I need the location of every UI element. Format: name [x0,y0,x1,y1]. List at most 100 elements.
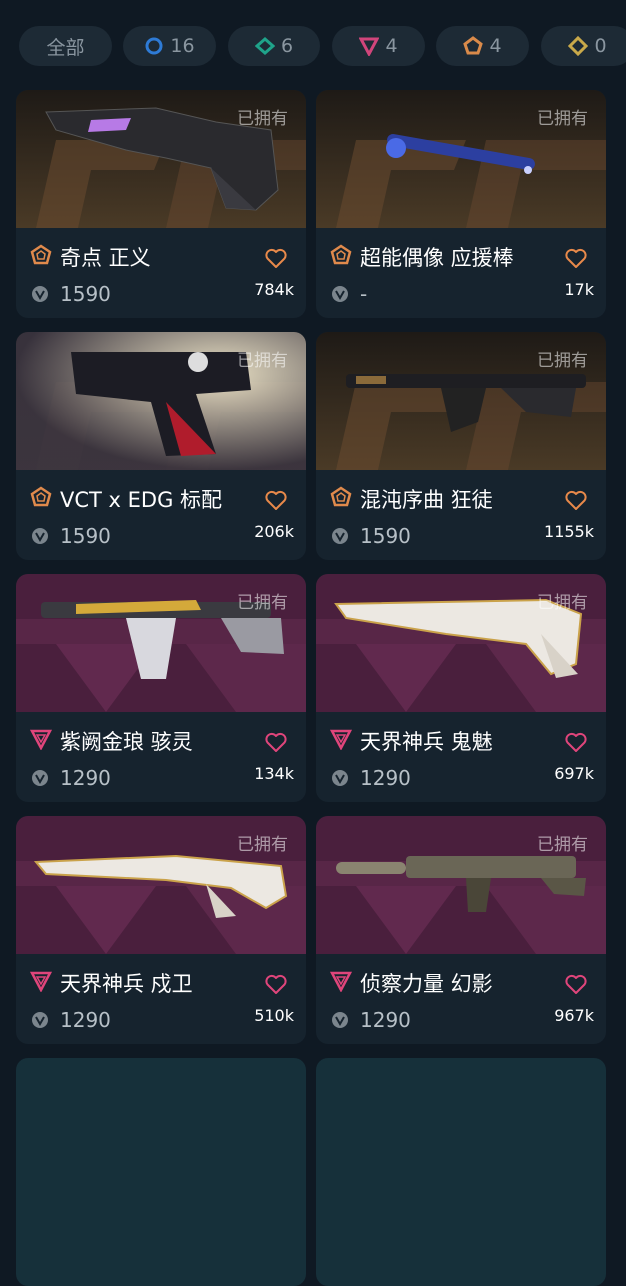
tier-filter-bar: 全部 16 6 4 4 0 [19,26,626,66]
filter-premium-tier[interactable]: 4 [332,26,425,66]
skin-name: VCT x EDG 标配 [60,488,223,512]
favorite-heart-icon[interactable] [264,488,288,512]
skin-price: - [360,282,368,306]
valorant-points-icon [332,286,348,302]
skin-info: 混沌序曲 狂徒 1590 1155k [316,470,606,560]
skin-price: 1290 [60,1008,111,1032]
skin-info: 奇点 正义 1590 784k [16,228,306,318]
skin-card[interactable]: 已拥有紫阙金琅 骇灵 1290 134k [16,574,306,802]
skin-card[interactable]: 已拥有天界神兵 戍卫 1290 510k [16,816,306,1044]
favorite-heart-icon[interactable] [564,246,588,270]
premium-tier-icon [330,729,352,750]
skin-card[interactable]: 已拥有奇点 正义 1590 784k [16,90,306,318]
valorant-points-icon [32,770,48,786]
skin-name: 天界神兵 鬼魅 [360,730,493,754]
skin-artwork: 已拥有 [316,816,606,954]
skin-name: 天界神兵 戍卫 [60,972,193,996]
ultra-tier-icon [330,486,352,507]
owned-label: 已拥有 [237,593,288,613]
owned-label: 已拥有 [537,109,588,129]
likes-count: 784k [254,280,294,299]
skin-card-partial[interactable] [316,1058,606,1286]
skin-card[interactable]: 已拥有侦察力量 幻影 1290 967k [316,816,606,1044]
valorant-points-icon [32,528,48,544]
skin-info: 天界神兵 鬼魅 1290 697k [316,712,606,802]
likes-count: 1155k [544,522,594,541]
favorite-heart-icon[interactable] [564,488,588,512]
premium-tier-icon [359,37,380,56]
filter-all[interactable]: 全部 [19,26,112,66]
valorant-points-icon [332,1012,348,1028]
ultra-tier-icon [30,486,52,507]
skin-info: VCT x EDG 标配 1590 206k [16,470,306,560]
premium-tier-icon [330,971,352,992]
skin-artwork: 已拥有 [316,574,606,712]
likes-count: 967k [554,1006,594,1025]
select-tier-icon [145,37,163,55]
favorite-heart-icon[interactable] [264,246,288,270]
skin-artwork: 已拥有 [16,816,306,954]
skin-artwork: 已拥有 [316,90,606,228]
skin-name: 侦察力量 幻影 [360,972,493,996]
skin-price: 1290 [60,766,111,790]
filter-deluxe-tier[interactable]: 6 [228,26,320,66]
favorite-heart-icon[interactable] [264,972,288,996]
filter-all-label: 全部 [46,36,85,59]
skin-price: 1590 [60,282,111,306]
skin-name: 超能偶像 应援棒 [360,246,514,270]
skin-artwork: 已拥有 [16,332,306,470]
likes-count: 206k [254,522,294,541]
deluxe-tier-icon [254,37,275,55]
skin-name: 紫阙金琅 骇灵 [60,730,193,754]
filter-ultra-tier[interactable]: 4 [436,26,529,66]
filter-deluxe-count: 6 [280,35,294,57]
favorite-heart-icon[interactable] [564,972,588,996]
likes-count: 697k [554,764,594,783]
skin-price: 1290 [360,766,411,790]
skin-info: 天界神兵 戍卫 1290 510k [16,954,306,1044]
valorant-points-icon [32,1012,48,1028]
skin-card[interactable]: 已拥有超能偶像 应援棒 - 17k [316,90,606,318]
filter-premium-count: 4 [385,35,398,57]
skin-card-partial[interactable] [16,1058,306,1286]
skin-artwork: 已拥有 [316,332,606,470]
valorant-points-icon [332,528,348,544]
owned-label: 已拥有 [537,835,588,855]
ultra-tier-icon [463,36,484,55]
owned-label: 已拥有 [237,835,288,855]
skin-info: 侦察力量 幻影 1290 967k [316,954,606,1044]
premium-tier-icon [30,971,52,992]
skin-price: 1590 [60,524,111,548]
skin-card[interactable]: 已拥有天界神兵 鬼魅 1290 697k [316,574,606,802]
ultra-tier-icon [30,244,52,265]
owned-label: 已拥有 [537,351,588,371]
skin-price: 1290 [360,1008,411,1032]
filter-exclusive-tier[interactable]: 0 [541,26,626,66]
filter-exclusive-count: 0 [594,35,607,57]
favorite-heart-icon[interactable] [264,730,288,754]
filter-ultra-count: 4 [489,35,502,57]
skin-info: 紫阙金琅 骇灵 1290 134k [16,712,306,802]
skin-info: 超能偶像 应援棒 - 17k [316,228,606,318]
owned-label: 已拥有 [537,593,588,613]
premium-tier-icon [30,729,52,750]
likes-count: 134k [254,764,294,783]
likes-count: 510k [254,1006,294,1025]
skin-price: 1590 [360,524,411,548]
skin-card[interactable]: 已拥有混沌序曲 狂徒 1590 1155k [316,332,606,560]
ultra-tier-icon [330,244,352,265]
filter-select-tier[interactable]: 16 [123,26,216,66]
owned-label: 已拥有 [237,351,288,371]
valorant-points-icon [32,286,48,302]
skin-artwork: 已拥有 [16,574,306,712]
skin-card[interactable]: 已拥有 VCT x EDG 标配 1590 206k [16,332,306,560]
owned-label: 已拥有 [237,109,288,129]
likes-count: 17k [564,280,594,299]
filter-select-count: 16 [170,35,195,57]
exclusive-tier-icon [568,36,589,56]
skin-artwork: 已拥有 [16,90,306,228]
skin-name: 奇点 正义 [60,246,151,270]
skin-name: 混沌序曲 狂徒 [360,488,493,512]
valorant-points-icon [332,770,348,786]
favorite-heart-icon[interactable] [564,730,588,754]
